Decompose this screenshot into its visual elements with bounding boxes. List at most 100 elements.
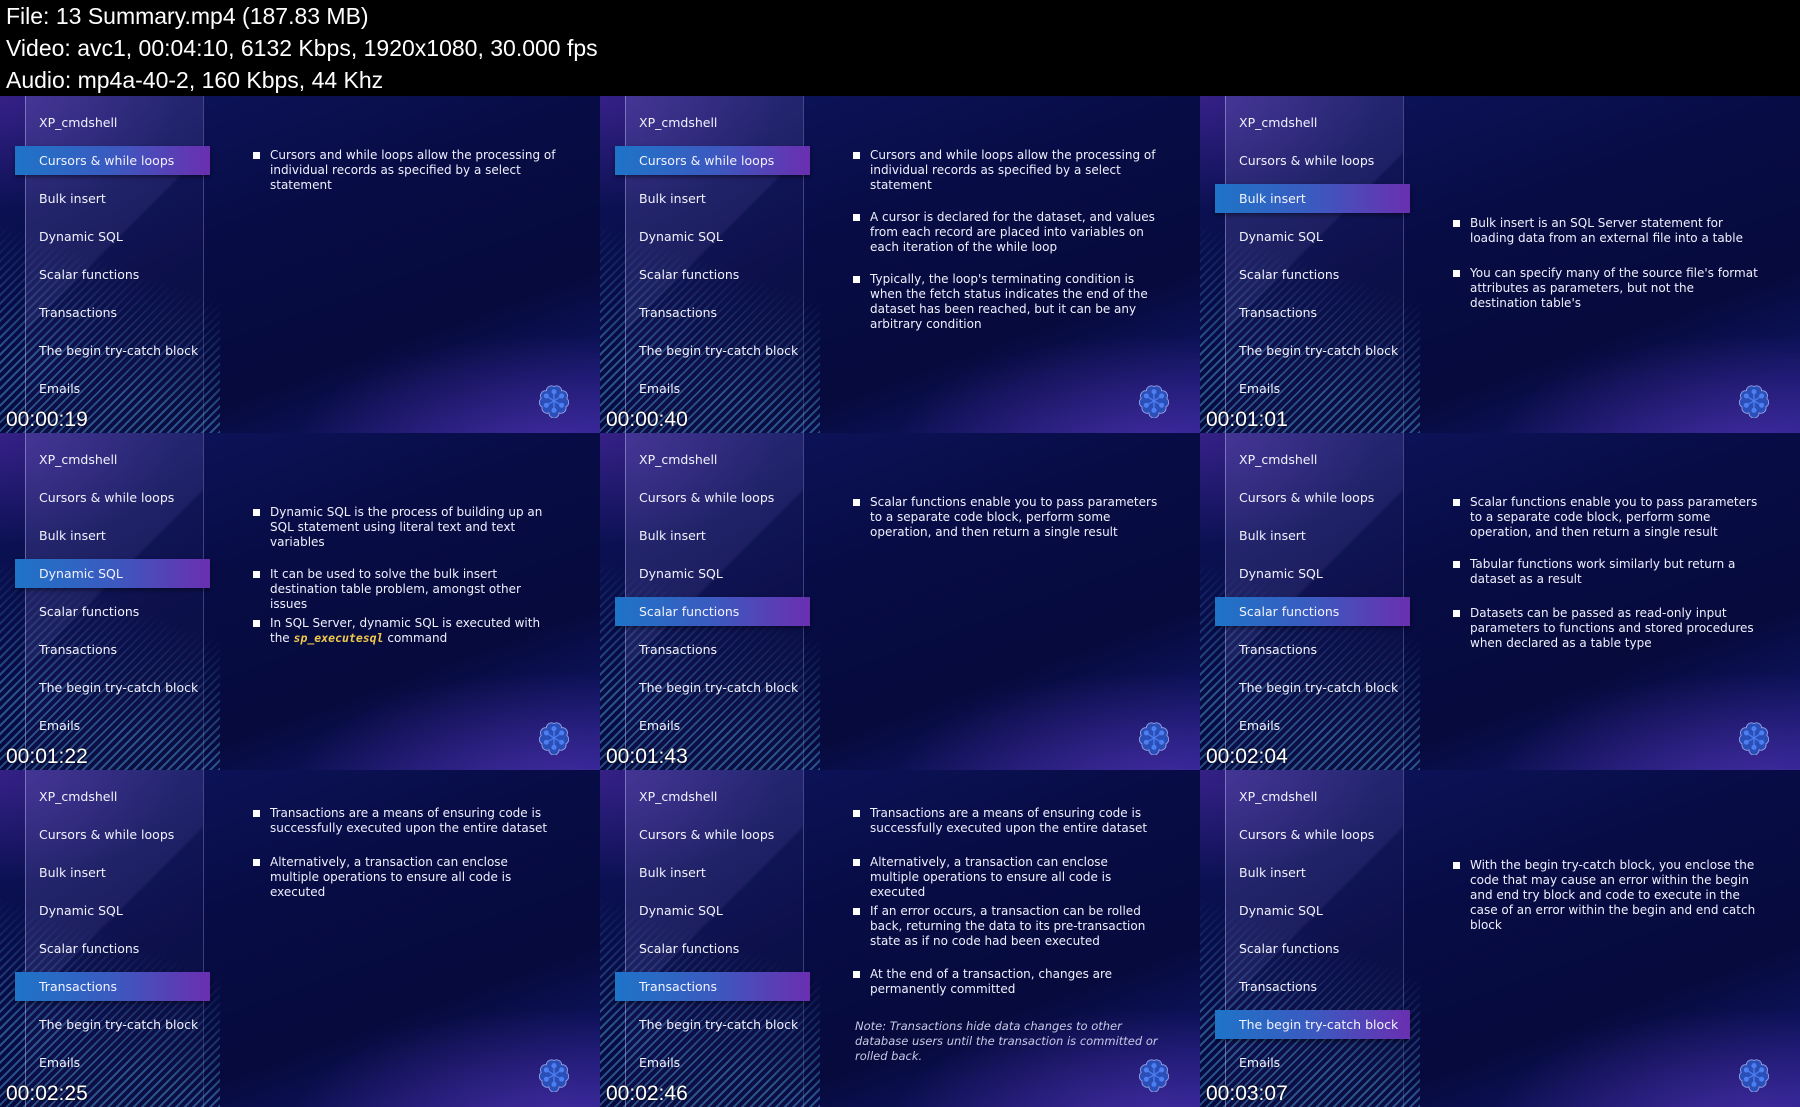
nav-item[interactable]: Cursors & while loops	[1215, 483, 1410, 512]
topic-nav-list: XP_cmdshell Cursors & while loops Bulk ins…	[600, 96, 820, 433]
video-thumbnail[interactable]: XP_cmdshell Cursors & while loops Bulk ins…	[1200, 433, 1800, 770]
nav-item[interactable]: Emails	[1215, 1048, 1410, 1077]
nav-item[interactable]: Transactions	[615, 298, 810, 327]
video-thumbnail[interactable]: XP_cmdshell Cursors & while loops Bulk ins…	[600, 96, 1200, 433]
bullet-text: Alternatively, a transaction can enclose…	[870, 855, 1112, 899]
video-thumbnail[interactable]: XP_cmdshell Cursors & while loops Bulk ins…	[1200, 770, 1800, 1107]
nav-item[interactable]: Transactions	[1215, 298, 1410, 327]
audio-info-line: Audio: mp4a-40-2, 160 Kbps, 44 Khz	[6, 67, 384, 93]
bullet-point: Cursors and while loops allow the proces…	[850, 148, 1160, 193]
topic-nav-list: XP_cmdshell Cursors & while loops Bulk ins…	[1200, 433, 1420, 770]
nav-item[interactable]: Dynamic SQL	[15, 222, 210, 251]
nav-item-active[interactable]: Cursors & while loops	[615, 146, 810, 175]
nav-item-active[interactable]: Transactions	[615, 972, 810, 1001]
nav-item[interactable]: The begin try-catch block	[15, 336, 210, 365]
nav-item[interactable]: Scalar functions	[615, 934, 810, 963]
nav-item[interactable]: Scalar functions	[15, 597, 210, 626]
nav-item-active[interactable]: The begin try-catch block	[1215, 1010, 1410, 1039]
nav-item[interactable]: The begin try-catch block	[1215, 673, 1410, 702]
nav-item[interactable]: XP_cmdshell	[15, 108, 210, 137]
nav-item[interactable]: Emails	[1215, 711, 1410, 740]
nav-item[interactable]: Emails	[15, 1048, 210, 1077]
nav-item[interactable]: Emails	[15, 374, 210, 403]
video-thumbnail[interactable]: XP_cmdshell Cursors & while loops Bulk ins…	[600, 433, 1200, 770]
nav-item[interactable]: Cursors & while loops	[15, 820, 210, 849]
nav-item[interactable]: Scalar functions	[15, 934, 210, 963]
nav-item[interactable]: Bulk insert	[615, 184, 810, 213]
video-thumbnail[interactable]: XP_cmdshell Cursors & while loops Bulk ins…	[600, 770, 1200, 1107]
nav-item[interactable]: Bulk insert	[15, 521, 210, 550]
nav-item[interactable]: Cursors & while loops	[615, 820, 810, 849]
nav-item-active[interactable]: Scalar functions	[615, 597, 810, 626]
nav-item[interactable]: The begin try-catch block	[15, 673, 210, 702]
nav-item[interactable]: Bulk insert	[15, 184, 210, 213]
nav-item[interactable]: Dynamic SQL	[15, 896, 210, 925]
file-info-line: File: 13 Summary.mp4 (187.83 MB)	[6, 3, 369, 29]
bullet-square-icon	[253, 859, 260, 866]
nav-item[interactable]: Dynamic SQL	[1215, 222, 1410, 251]
file-info-header: File: 13 Summary.mp4 (187.83 MB) Video: …	[0, 0, 1800, 96]
slide-content: Bulk insert is an SQL Server statement f…	[1450, 96, 1770, 433]
bullet-square-icon	[853, 859, 860, 866]
nav-item[interactable]: Cursors & while loops	[1215, 146, 1410, 175]
nav-item[interactable]: Scalar functions	[615, 260, 810, 289]
nav-item[interactable]: XP_cmdshell	[615, 108, 810, 137]
nav-item-active[interactable]: Bulk insert	[1215, 184, 1410, 213]
nav-item-active[interactable]: Cursors & while loops	[15, 146, 210, 175]
nav-item[interactable]: Transactions	[615, 635, 810, 664]
nav-item[interactable]: Emails	[615, 711, 810, 740]
bullet-text: At the end of a transaction, changes are…	[870, 967, 1113, 996]
nav-item[interactable]: XP_cmdshell	[615, 782, 810, 811]
nav-item[interactable]: Emails	[615, 1048, 810, 1077]
nav-item[interactable]: Transactions	[15, 298, 210, 327]
nav-item[interactable]: Bulk insert	[1215, 858, 1410, 887]
nav-item[interactable]: Bulk insert	[615, 521, 810, 550]
nav-item[interactable]: XP_cmdshell	[15, 445, 210, 474]
nav-item[interactable]: XP_cmdshell	[615, 445, 810, 474]
nav-item[interactable]: Emails	[1215, 374, 1410, 403]
nav-item[interactable]: XP_cmdshell	[1215, 782, 1410, 811]
nav-item[interactable]: Emails	[615, 374, 810, 403]
nav-item[interactable]: XP_cmdshell	[1215, 445, 1410, 474]
nav-item[interactable]: Bulk insert	[1215, 521, 1410, 550]
nav-item[interactable]: Bulk insert	[615, 858, 810, 887]
bullet-text: Cursors and while loops allow the proces…	[870, 148, 1156, 192]
nav-item[interactable]: XP_cmdshell	[15, 782, 210, 811]
nav-item[interactable]: Dynamic SQL	[1215, 559, 1410, 588]
video-thumbnail[interactable]: XP_cmdshell Cursors & while loops Bulk ins…	[0, 96, 600, 433]
video-thumbnail[interactable]: XP_cmdshell Cursors & while loops Bulk ins…	[0, 770, 600, 1107]
nav-item[interactable]: Transactions	[1215, 972, 1410, 1001]
nav-item[interactable]: The begin try-catch block	[615, 1010, 810, 1039]
nav-item[interactable]: Transactions	[1215, 635, 1410, 664]
video-thumbnail[interactable]: XP_cmdshell Cursors & while loops Bulk ins…	[0, 433, 600, 770]
bullet-text: Datasets can be passed as read-only inpu…	[1470, 606, 1754, 650]
topic-nav-list: XP_cmdshell Cursors & while loops Bulk ins…	[0, 96, 220, 433]
nav-item[interactable]: The begin try-catch block	[615, 673, 810, 702]
slide-content: Transactions are a means of ensuring cod…	[250, 770, 570, 1107]
nav-item[interactable]: Dynamic SQL	[615, 896, 810, 925]
nav-item[interactable]: Cursors & while loops	[15, 483, 210, 512]
nav-item[interactable]: Cursors & while loops	[1215, 820, 1410, 849]
nav-item[interactable]: Dynamic SQL	[615, 222, 810, 251]
nav-item[interactable]: Scalar functions	[1215, 934, 1410, 963]
topic-nav-list: XP_cmdshell Cursors & while loops Bulk ins…	[1200, 96, 1420, 433]
video-thumbnail[interactable]: XP_cmdshell Cursors & while loops Bulk ins…	[1200, 96, 1800, 433]
nav-item[interactable]: Emails	[15, 711, 210, 740]
nav-item[interactable]: Bulk insert	[15, 858, 210, 887]
nav-item-active[interactable]: Scalar functions	[1215, 597, 1410, 626]
nav-item-active[interactable]: Dynamic SQL	[15, 559, 210, 588]
nav-item-active[interactable]: Transactions	[15, 972, 210, 1001]
nav-item[interactable]: The begin try-catch block	[1215, 336, 1410, 365]
slide-content: Scalar functions enable you to pass para…	[850, 433, 1170, 770]
nav-item[interactable]: Scalar functions	[15, 260, 210, 289]
nav-item[interactable]: Dynamic SQL	[1215, 896, 1410, 925]
nav-item[interactable]: Transactions	[15, 635, 210, 664]
nav-item[interactable]: The begin try-catch block	[15, 1010, 210, 1039]
bullet-square-icon	[253, 620, 260, 627]
nav-item[interactable]: XP_cmdshell	[1215, 108, 1410, 137]
bullet-point: Alternatively, a transaction can enclose…	[850, 855, 1160, 900]
nav-item[interactable]: Scalar functions	[1215, 260, 1410, 289]
nav-item[interactable]: Cursors & while loops	[615, 483, 810, 512]
nav-item[interactable]: The begin try-catch block	[615, 336, 810, 365]
nav-item[interactable]: Dynamic SQL	[615, 559, 810, 588]
